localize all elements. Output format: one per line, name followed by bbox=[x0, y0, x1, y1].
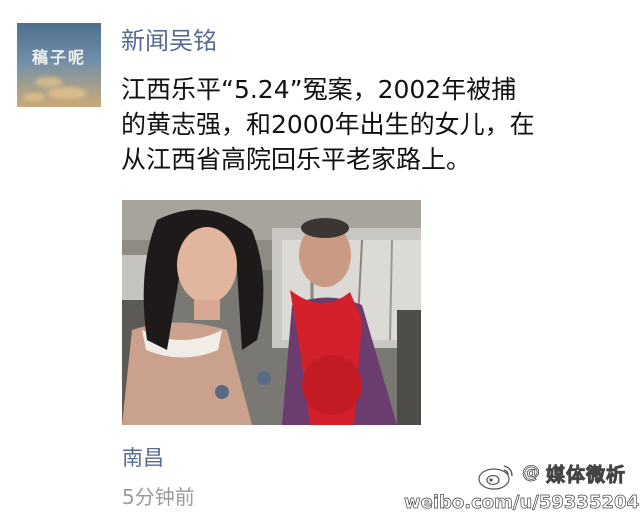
watermark: @ 媒体微析 weibo.com/u/5933520487 bbox=[404, 458, 640, 518]
post-time: 5分钟前 bbox=[122, 485, 195, 509]
avatar-cloud bbox=[35, 77, 63, 87]
post-text-line: 江西乐平“5.24”冤案，2002年被捕 bbox=[121, 75, 517, 104]
location-link[interactable]: 南昌 bbox=[122, 445, 164, 471]
watermark-url: weibo.com/u/5933520487 bbox=[404, 492, 640, 514]
watermark-name: 媒体微析 bbox=[546, 464, 627, 487]
author-name[interactable]: 新闻吴铭 bbox=[121, 26, 217, 56]
weibo-logo-icon bbox=[478, 465, 513, 490]
avatar-cloud bbox=[47, 87, 87, 99]
watermark-at: @ bbox=[522, 462, 541, 484]
post-photo[interactable] bbox=[122, 200, 421, 425]
avatar[interactable]: 稿子呢 bbox=[17, 23, 101, 107]
avatar-text: 稿子呢 bbox=[31, 48, 86, 67]
post-text-line: 从江西省高院回乐平老家路上。 bbox=[121, 145, 472, 174]
post-text: 江西乐平“5.24”冤案，2002年被捕 的黄志强，和2000年出生的女儿，在 … bbox=[121, 72, 626, 177]
post-text-line: 的黄志强，和2000年出生的女儿，在 bbox=[121, 110, 535, 139]
avatar-cloud bbox=[23, 93, 45, 101]
